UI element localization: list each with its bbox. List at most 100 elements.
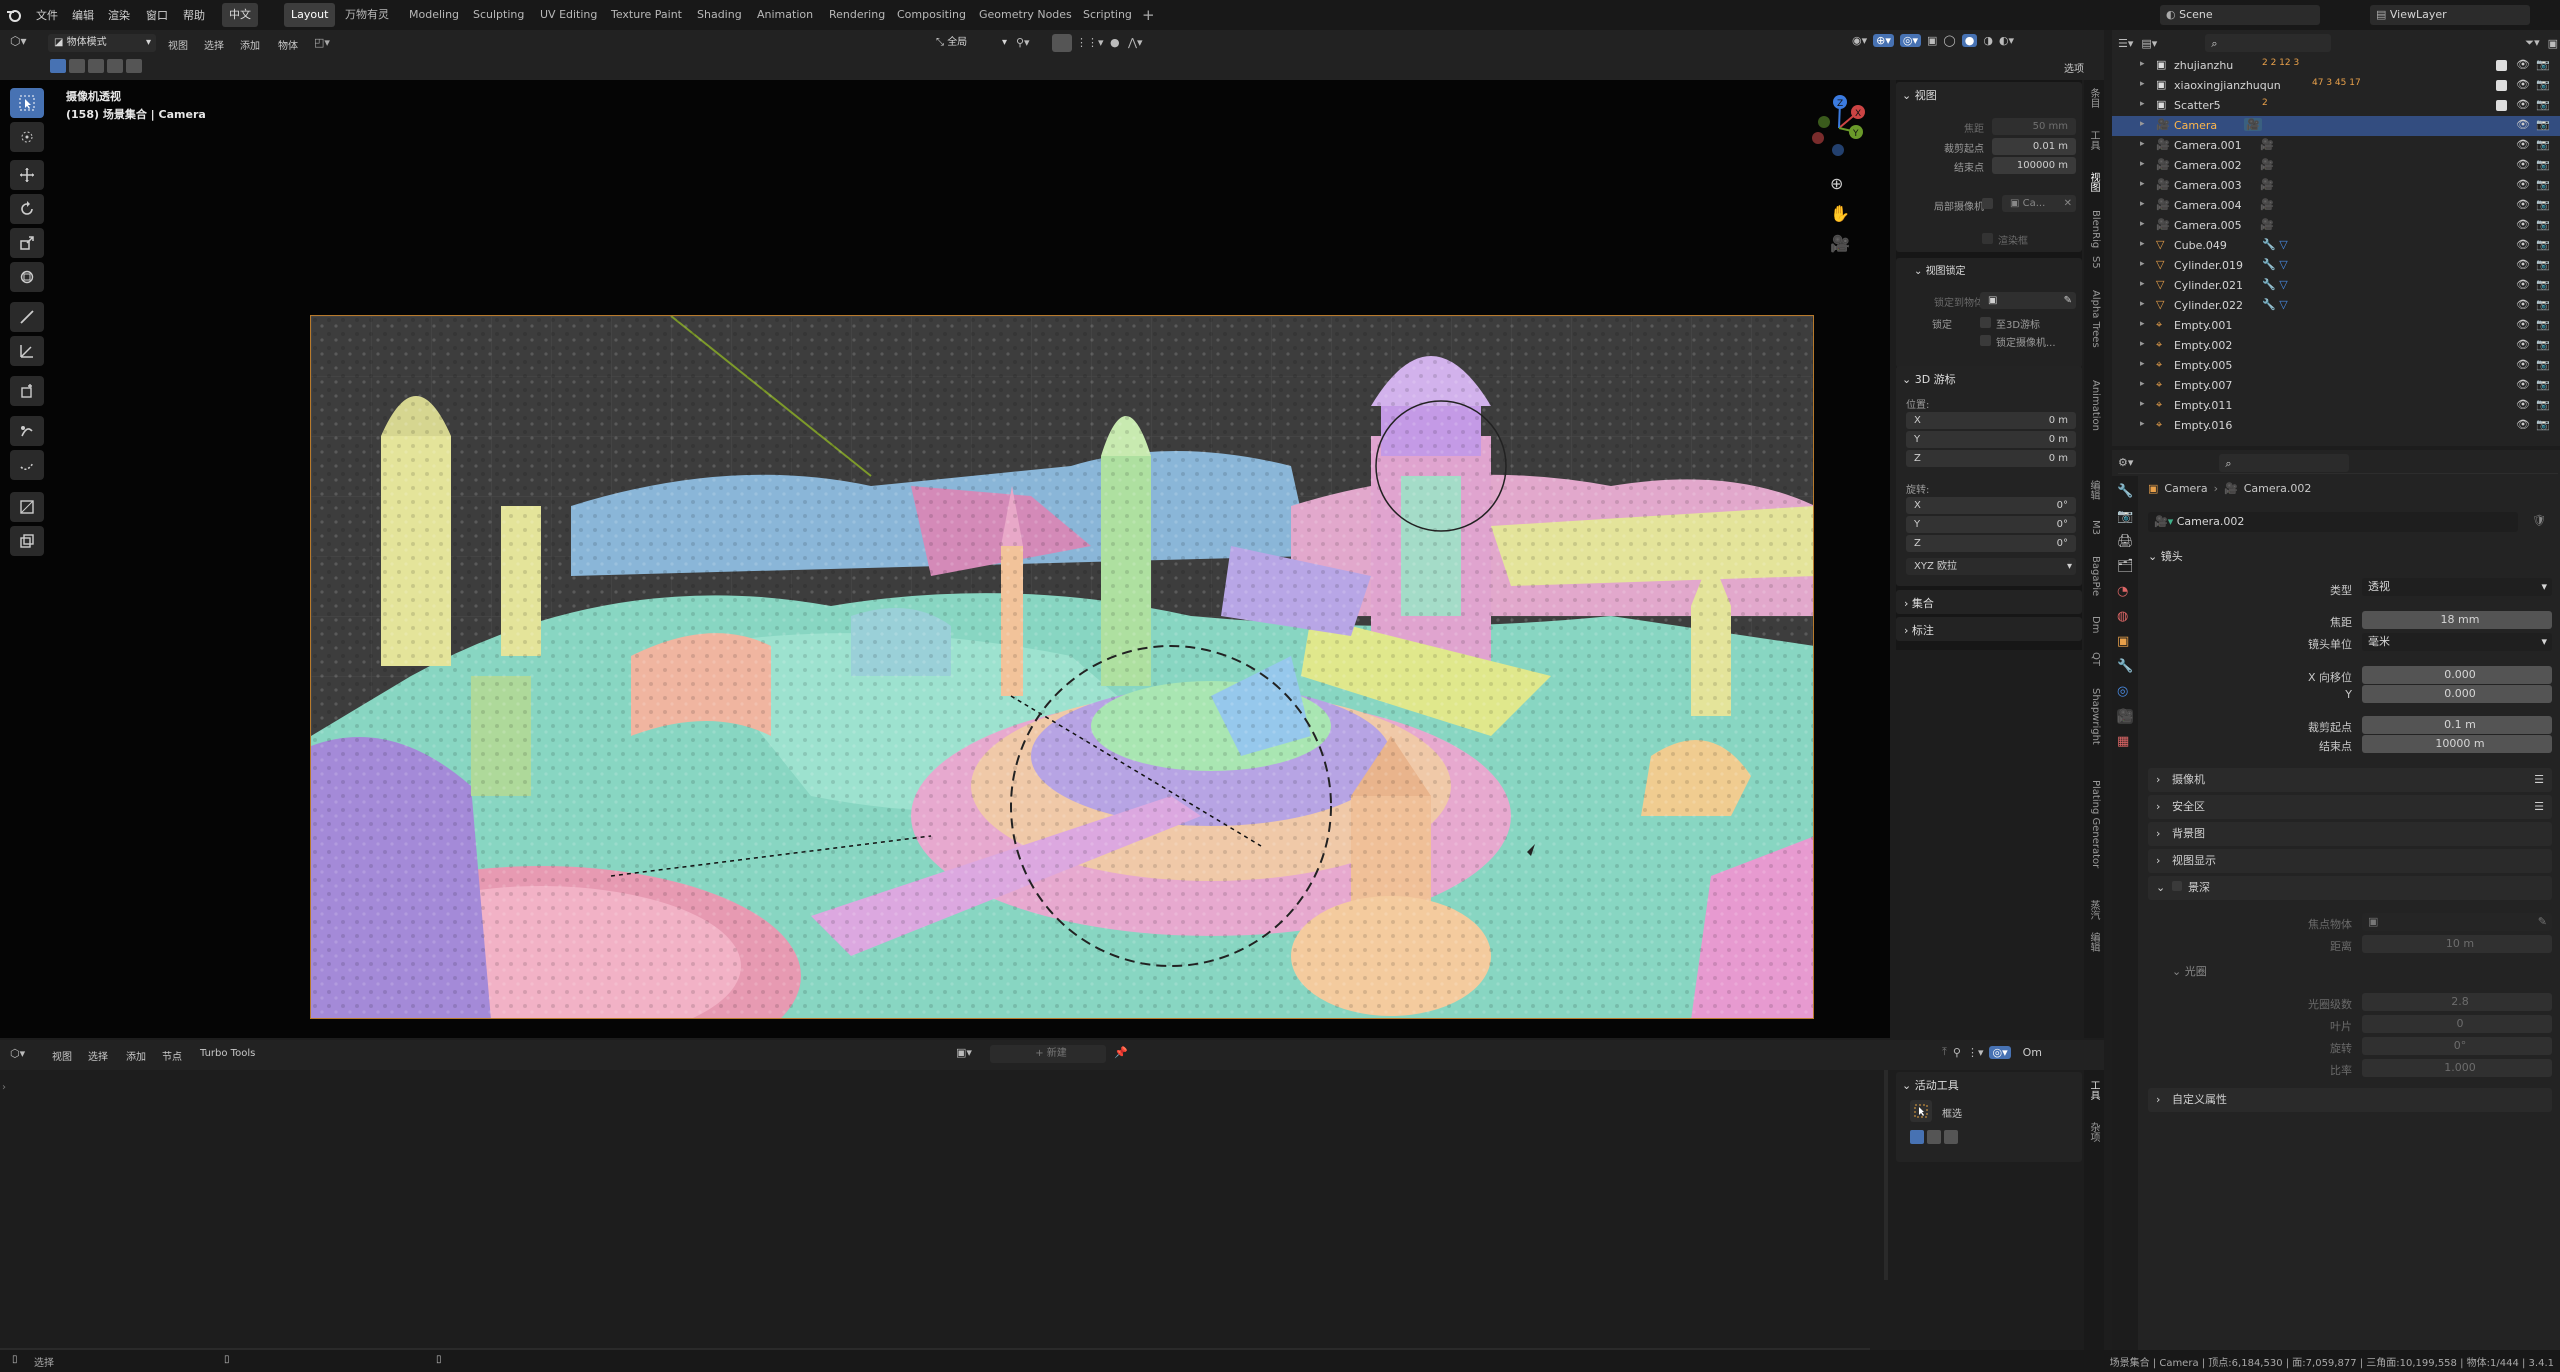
expand-arrow-icon[interactable]: ▸: [2140, 59, 2145, 69]
outliner-row[interactable]: ▸ ⌖ Empty.002 👁 📷: [2112, 336, 2560, 356]
outliner-search[interactable]: ⌕: [2205, 34, 2332, 52]
menu-file[interactable]: 文件: [36, 7, 58, 23]
pin-icon[interactable]: 📌: [1114, 1046, 1128, 1059]
vp-menu-view[interactable]: 视图: [168, 37, 188, 52]
expand-arrow-icon[interactable]: ▸: [2140, 419, 2145, 429]
render-shading-icon[interactable]: ◐▾: [1999, 34, 2014, 47]
snap-icon[interactable]: ⚲: [1953, 1046, 1961, 1059]
modifier-mesh-icon[interactable]: 🔧 ▽: [2262, 258, 2288, 271]
outliner-row[interactable]: ▸ ⌖ Empty.016 👁 📷: [2112, 416, 2560, 436]
outliner-row[interactable]: ▸ ▣ Scatter5 2 👁 📷: [2112, 96, 2560, 116]
render-visibility-icon[interactable]: 📷: [2536, 58, 2550, 71]
outliner-row[interactable]: ▸ 🎥 Camera.004 🎥 👁 📷: [2112, 196, 2560, 216]
select-extend-icon[interactable]: [69, 59, 85, 73]
visibility-eye-icon[interactable]: 👁: [2516, 398, 2530, 411]
background-images-section[interactable]: › 背景图: [2148, 822, 2552, 846]
ne-menu-turbo-tools[interactable]: Turbo Tools: [200, 1048, 255, 1059]
visibility-eye-icon[interactable]: 👁: [2516, 98, 2530, 111]
tab-bagapie[interactable]: BagaPie: [2087, 556, 2101, 596]
tab-scripting[interactable]: Scripting: [1076, 3, 1139, 27]
camera-data-props-icon[interactable]: 🎥: [2117, 709, 2133, 724]
view-clip-end-field[interactable]: 100000 m: [1992, 157, 2076, 174]
visibility-eye-icon[interactable]: 👁: [2516, 318, 2530, 331]
render-region-checkbox[interactable]: [1982, 233, 1993, 244]
expand-arrow-icon[interactable]: ▸: [2140, 359, 2145, 369]
language-toggle[interactable]: 中文: [222, 3, 258, 27]
zoom-icon[interactable]: ⊕: [1830, 174, 1843, 193]
mode-selector[interactable]: ◪ 物体模式 ▾: [48, 34, 156, 52]
render-visibility-icon[interactable]: 📷: [2536, 318, 2550, 331]
outliner-row[interactable]: ▸ ▽ Cylinder.022 🔧 ▽ 👁 📷: [2112, 296, 2560, 316]
lens-type-dropdown[interactable]: 透视 ▾: [2362, 578, 2552, 596]
aperture-rotation-field[interactable]: 0°: [2362, 1037, 2552, 1055]
lock-to-cursor-checkbox[interactable]: [1980, 317, 1991, 328]
visibility-eye-icon[interactable]: 👁: [2516, 158, 2530, 171]
visibility-eye-icon[interactable]: 👁: [2516, 138, 2530, 151]
tab-animation[interactable]: Animation: [750, 3, 820, 27]
tab-plating-generator[interactable]: Plating Generator: [2087, 780, 2101, 868]
camera-data-icon[interactable]: 🎥: [2260, 218, 2274, 231]
tab-view[interactable]: 视图: [2087, 172, 2101, 192]
physics-props-icon[interactable]: ◎: [2117, 684, 2133, 699]
select-invert-icon[interactable]: [107, 59, 123, 73]
expand-arrow-icon[interactable]: ▸: [2140, 339, 2145, 349]
transform-tool[interactable]: [10, 262, 44, 292]
tab-rendering[interactable]: Rendering: [822, 3, 892, 27]
lens-section-header[interactable]: ⌄ 镜头: [2148, 548, 2183, 564]
render-visibility-icon[interactable]: 📷: [2536, 298, 2550, 311]
annotate-tool[interactable]: [10, 302, 44, 332]
fake-user-icon[interactable]: 🛡: [2532, 514, 2546, 527]
expand-arrow-icon[interactable]: ▸: [2140, 299, 2145, 309]
expand-arrow-icon[interactable]: ▸: [2140, 239, 2145, 249]
custom-tool-3[interactable]: [10, 492, 44, 522]
falloff-icon[interactable]: ⋀▾: [1128, 36, 1143, 49]
menu-render[interactable]: 渲染: [108, 7, 130, 23]
node-tree-type-icon[interactable]: ▣▾: [956, 1046, 972, 1059]
visibility-eye-icon[interactable]: 👁: [2516, 178, 2530, 191]
tab-blenrig[interactable]: BlenRig: [2087, 210, 2101, 248]
pivot-icon[interactable]: ⚲▾: [1016, 36, 1030, 49]
expand-arrow-icon[interactable]: ▸: [2140, 399, 2145, 409]
view-panel-header[interactable]: ⌄ 视图: [1902, 87, 1937, 103]
visibility-eye-icon[interactable]: 👁: [2516, 238, 2530, 251]
tab-qt[interactable]: QT: [2087, 652, 2101, 666]
node-editor-type-icon[interactable]: ⬡▾: [10, 1047, 25, 1060]
ne-select-subtract-icon[interactable]: [1944, 1130, 1958, 1144]
eyedropper-icon[interactable]: ✎: [2064, 292, 2072, 309]
cursor-loc-z[interactable]: Z0 m: [1906, 450, 2076, 467]
modifier-mesh-icon[interactable]: 🔧 ▽: [2262, 278, 2288, 291]
custom-tool-1[interactable]: [10, 416, 44, 446]
editor-type-dropdown[interactable]: ⬡▾: [10, 34, 27, 48]
clear-icon[interactable]: ✕: [2064, 195, 2072, 212]
camera-data-selector[interactable]: 🎥▾ Camera.002: [2148, 512, 2518, 532]
select-box-tool[interactable]: [10, 88, 44, 118]
ne-menu-view[interactable]: 视图: [52, 1048, 72, 1063]
solid-shading-icon[interactable]: ●: [1961, 34, 1978, 47]
outliner-row[interactable]: ▸ ▣ zhujianzhu 2 2 12 3 👁 📷: [2112, 56, 2560, 76]
ne-overlay-toggle[interactable]: ◎▾: [1989, 1045, 2011, 1059]
overlay-toggle[interactable]: ◎▾: [1899, 34, 1921, 47]
custom-properties-section[interactable]: › 自定义属性: [2148, 1088, 2552, 1112]
outliner-row[interactable]: ▸ 🎥 Camera.002 🎥 👁 📷: [2112, 156, 2560, 176]
scene-props-icon[interactable]: ◔: [2117, 584, 2133, 599]
tab-edit-2[interactable]: 编辑: [2087, 932, 2101, 952]
expand-arrow-icon[interactable]: ▸: [2140, 379, 2145, 389]
3d-viewport[interactable]: 摄像机透视 (158) 场景集合 | Camera X Z Y ⊕ ✋ 🎥: [0, 80, 1890, 1038]
dof-checkbox[interactable]: [2172, 881, 2182, 891]
render-visibility-icon[interactable]: 📷: [2536, 338, 2550, 351]
tab-uv-editing[interactable]: UV Editing: [533, 3, 604, 27]
viewlayer-selector[interactable]: ▤ ViewLayer: [2370, 5, 2530, 25]
rotate-tool[interactable]: [10, 194, 44, 224]
render-visibility-icon[interactable]: 📷: [2536, 218, 2550, 231]
tab-shading[interactable]: Shading: [690, 3, 749, 27]
select-box-tool-icon[interactable]: [1910, 1100, 1932, 1122]
tab-animation-addon[interactable]: Animation: [2087, 380, 2101, 431]
properties-search[interactable]: ⌕: [2219, 453, 2350, 472]
vp-menu-add[interactable]: 添加: [240, 37, 260, 52]
annotation-panel[interactable]: › 标注: [1896, 617, 2082, 641]
outliner-row[interactable]: ▸ ▣ xiaoxingjianzhuqun 47 3 45 17 👁 📷: [2112, 76, 2560, 96]
shift-y-field[interactable]: 0.000: [2362, 685, 2552, 703]
cursor-loc-x[interactable]: X0 m: [1906, 412, 2076, 429]
blender-logo-icon[interactable]: [6, 7, 22, 23]
camera-data-icon[interactable]: 🎥: [2260, 178, 2274, 191]
